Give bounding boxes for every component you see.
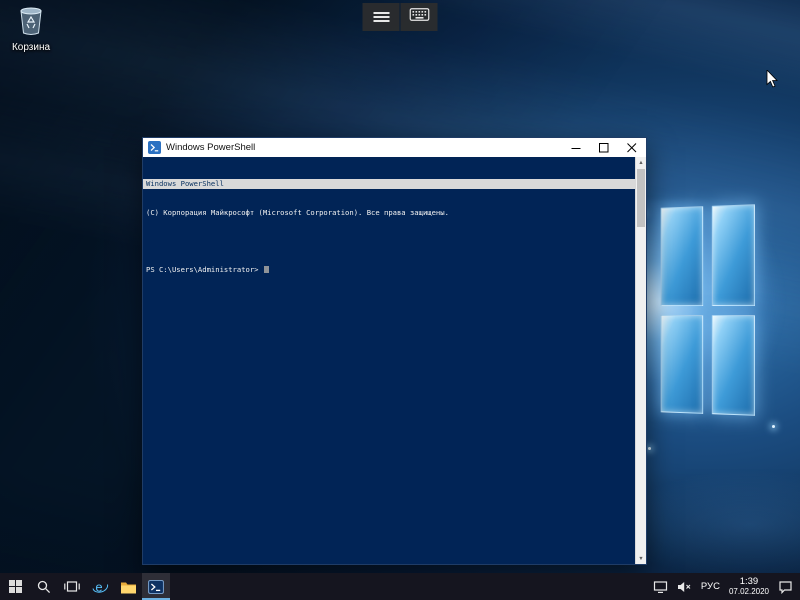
console-line: (C) Корпорация Майкрософт (Microsoft Cor… [143,208,635,218]
recycle-bin-label: Корзина [12,42,50,53]
task-view-button[interactable] [58,573,86,600]
folder-icon [120,580,137,594]
recycle-bin-icon[interactable]: Корзина [2,6,60,53]
network-tray-icon[interactable] [653,580,668,594]
vm-menu-button[interactable] [363,3,400,31]
windows-logo [661,204,755,416]
powershell-icon [148,141,161,154]
taskbar-empty-area [170,573,653,600]
windows-logo-pane [711,315,755,416]
close-button[interactable] [618,138,646,157]
start-button[interactable] [0,573,30,600]
windows-logo-pane [661,314,703,413]
keyboard-icon [409,8,429,26]
clock-date: 07.02.2020 [729,587,769,597]
console-line-selected: Windows PowerShell [143,179,635,189]
scroll-down-icon[interactable]: ▼ [636,553,646,564]
window-titlebar[interactable]: Windows PowerShell [143,138,646,157]
clock[interactable]: 1:39 07.02.2020 [729,576,769,597]
vm-keyboard-button[interactable] [401,3,438,31]
windows-logo-pane [661,206,703,305]
search-icon [37,580,51,594]
console-prompt-line: PS C:\Users\Administrator> [143,265,635,275]
windows-logo-icon [9,580,22,593]
windows-logo-pane [711,204,755,305]
maximize-button[interactable] [590,138,618,157]
window-controls [562,138,646,157]
recycle-bin-glyph [18,6,44,41]
powershell-taskbar-button[interactable] [142,573,170,600]
console-line-blank [143,236,635,246]
console-output[interactable]: Windows PowerShell (C) Корпорация Майкро… [143,157,635,564]
powershell-window: Windows PowerShell Windows PowerShell ( [142,137,647,565]
file-explorer-button[interactable] [114,573,142,600]
volume-tray-icon[interactable] [677,581,692,593]
language-indicator[interactable]: РУС [701,581,720,592]
console-prompt: PS C:\Users\Administrator> [146,265,263,274]
powershell-taskbar-icon [148,579,164,595]
taskbar: e [0,573,800,600]
minimize-button[interactable] [562,138,590,157]
system-tray: РУС 1:39 07.02.2020 [653,573,800,600]
vm-console-toolbar [363,3,438,31]
internet-explorer-icon: e [92,579,109,595]
scroll-up-icon[interactable]: ▲ [636,157,646,168]
text-cursor [264,266,269,273]
internet-explorer-button[interactable]: e [86,573,114,600]
scrollbar-thumb[interactable] [637,169,645,227]
console-scrollbar[interactable]: ▲ ▼ [635,157,646,564]
task-view-icon [64,580,80,593]
clock-time: 1:39 [729,576,769,587]
search-button[interactable] [30,573,58,600]
desktop: Корзина [0,0,800,600]
hamburger-menu-icon [373,10,389,24]
action-center-button[interactable] [778,580,793,594]
window-title: Windows PowerShell [166,142,255,153]
